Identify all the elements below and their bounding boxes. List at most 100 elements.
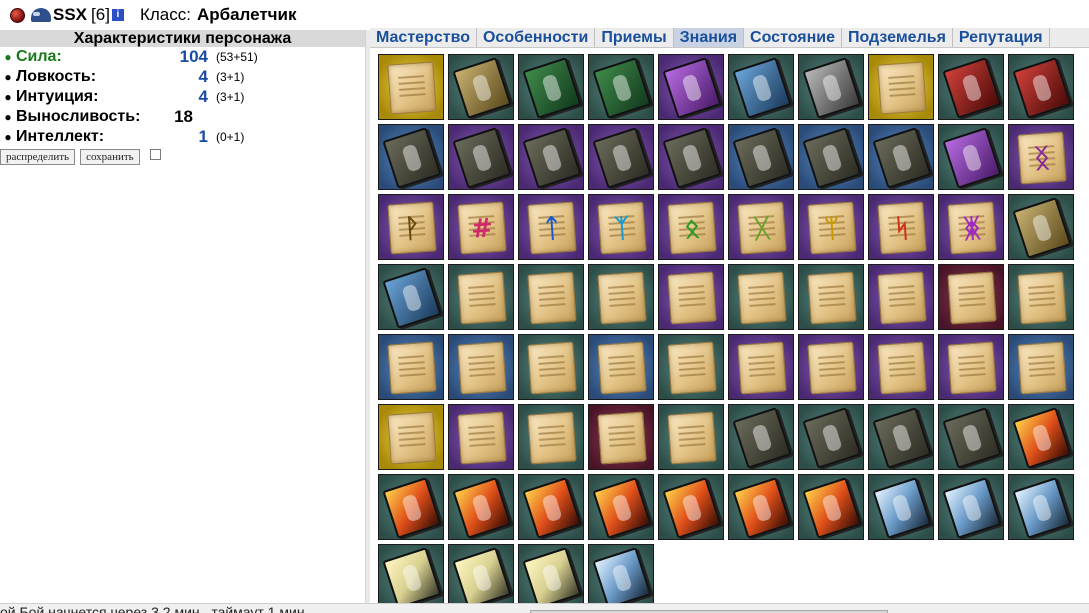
rune-glyph: ᚹ bbox=[403, 213, 421, 245]
spellbook-icon bbox=[872, 127, 932, 189]
knowledge-slot[interactable] bbox=[938, 124, 1004, 190]
knowledge-slot[interactable] bbox=[378, 474, 444, 540]
knowledge-slot[interactable]: ᛋ bbox=[868, 194, 934, 260]
knowledge-slot[interactable] bbox=[378, 54, 444, 120]
knowledge-slot[interactable] bbox=[448, 544, 514, 610]
knowledge-slot[interactable] bbox=[1008, 404, 1074, 470]
option-checkbox[interactable] bbox=[149, 148, 161, 160]
knowledge-slot[interactable]: ᛟ bbox=[658, 194, 724, 260]
knowledge-slot[interactable] bbox=[798, 124, 864, 190]
character-header: SSX [6] i Класс: Арбалетчик bbox=[0, 0, 1089, 30]
knowledge-slot[interactable] bbox=[518, 264, 584, 330]
knowledge-slot[interactable] bbox=[588, 124, 654, 190]
knowledge-slot[interactable] bbox=[448, 474, 514, 540]
knowledge-slot[interactable] bbox=[588, 404, 654, 470]
character-level: [6] bbox=[91, 5, 110, 24]
knowledge-slot[interactable]: ᛤ bbox=[938, 194, 1004, 260]
knowledge-slot[interactable] bbox=[448, 404, 514, 470]
save-button[interactable]: сохранить bbox=[80, 149, 140, 165]
knowledge-slot[interactable] bbox=[728, 334, 794, 400]
knowledge-slot[interactable] bbox=[938, 404, 1004, 470]
distribute-button[interactable]: распределить bbox=[0, 149, 76, 165]
spellbook-icon bbox=[452, 547, 512, 609]
tab-6[interactable]: Подземелья bbox=[842, 28, 953, 47]
knowledge-slot[interactable] bbox=[518, 404, 584, 470]
knowledge-slot[interactable] bbox=[518, 54, 584, 120]
knowledge-slot[interactable] bbox=[868, 124, 934, 190]
knowledge-slot[interactable] bbox=[448, 334, 514, 400]
knowledge-slot[interactable] bbox=[448, 54, 514, 120]
knowledge-slot[interactable] bbox=[798, 264, 864, 330]
knowledge-slot[interactable] bbox=[378, 334, 444, 400]
tab-2[interactable]: Особенности bbox=[477, 28, 596, 47]
knowledge-slot[interactable] bbox=[798, 474, 864, 540]
knowledge-slot[interactable] bbox=[658, 124, 724, 190]
knowledge-slot[interactable] bbox=[1008, 334, 1074, 400]
knowledge-slot[interactable] bbox=[938, 264, 1004, 330]
knowledge-slot[interactable] bbox=[518, 544, 584, 610]
knowledge-slot[interactable] bbox=[728, 124, 794, 190]
knowledge-slot[interactable] bbox=[868, 404, 934, 470]
knowledge-slot[interactable] bbox=[1008, 54, 1074, 120]
rune-glyph: ᛤ bbox=[963, 213, 981, 245]
knowledge-slot[interactable] bbox=[448, 264, 514, 330]
knowledge-slot[interactable] bbox=[868, 264, 934, 330]
knowledge-slot[interactable]: ᚹ bbox=[378, 194, 444, 260]
knowledge-slot[interactable] bbox=[938, 474, 1004, 540]
scroll-icon bbox=[807, 271, 857, 325]
knowledge-slot[interactable] bbox=[378, 404, 444, 470]
knowledge-slot[interactable] bbox=[1008, 194, 1074, 260]
knowledge-slot[interactable] bbox=[798, 334, 864, 400]
spellbook-icon bbox=[522, 547, 582, 609]
knowledge-slot[interactable] bbox=[658, 474, 724, 540]
knowledge-slot[interactable] bbox=[728, 404, 794, 470]
knowledge-slot[interactable] bbox=[658, 334, 724, 400]
knowledge-slot[interactable] bbox=[658, 404, 724, 470]
knowledge-slot[interactable]: ᚷ bbox=[728, 194, 794, 260]
tab-5[interactable]: Состояние bbox=[744, 28, 842, 47]
knowledge-slot[interactable] bbox=[1008, 474, 1074, 540]
tab-7[interactable]: Репутация bbox=[953, 28, 1050, 47]
knowledge-slot[interactable] bbox=[588, 474, 654, 540]
knowledge-slot[interactable] bbox=[378, 264, 444, 330]
scroll-icon bbox=[1017, 341, 1067, 395]
knowledge-slot[interactable]: ᛝ bbox=[1008, 124, 1074, 190]
knowledge-slot[interactable] bbox=[1008, 264, 1074, 330]
stat-label: Сила: bbox=[16, 48, 62, 65]
knowledge-slot[interactable] bbox=[588, 544, 654, 610]
knowledge-slot[interactable] bbox=[658, 54, 724, 120]
knowledge-slot[interactable] bbox=[588, 264, 654, 330]
knowledge-slot[interactable] bbox=[588, 334, 654, 400]
knowledge-slot[interactable]: # bbox=[448, 194, 514, 260]
knowledge-slot[interactable] bbox=[378, 124, 444, 190]
knowledge-slot[interactable] bbox=[378, 544, 444, 610]
knowledge-slot[interactable] bbox=[728, 474, 794, 540]
knowledge-slot[interactable] bbox=[938, 334, 1004, 400]
tab-1[interactable]: Мастерство bbox=[370, 28, 477, 47]
tab-4[interactable]: Знания bbox=[673, 28, 745, 47]
rune-glyph: ᛟ bbox=[683, 213, 701, 245]
knowledge-slot[interactable] bbox=[448, 124, 514, 190]
knowledge-slot[interactable] bbox=[658, 264, 724, 330]
knowledge-slot[interactable] bbox=[518, 334, 584, 400]
knowledge-slot[interactable] bbox=[518, 474, 584, 540]
scroll-icon bbox=[597, 341, 647, 395]
knowledge-slot[interactable] bbox=[518, 124, 584, 190]
knowledge-slot[interactable] bbox=[868, 54, 934, 120]
knowledge-slot[interactable]: ᛘ bbox=[798, 194, 864, 260]
knowledge-slot[interactable] bbox=[868, 334, 934, 400]
tab-3[interactable]: Приемы bbox=[595, 28, 674, 47]
knowledge-slot[interactable] bbox=[588, 54, 654, 120]
knowledge-slot[interactable]: ᛏ bbox=[518, 194, 584, 260]
scroll-icon bbox=[877, 271, 927, 325]
scroll-icon bbox=[457, 411, 507, 465]
knowledge-slot[interactable]: ᛉ bbox=[588, 194, 654, 260]
info-icon[interactable]: i bbox=[111, 9, 124, 21]
knowledge-slot[interactable] bbox=[938, 54, 1004, 120]
knowledge-slot[interactable] bbox=[868, 474, 934, 540]
character-nick[interactable]: SSX bbox=[53, 5, 87, 25]
knowledge-slot[interactable] bbox=[798, 404, 864, 470]
knowledge-slot[interactable] bbox=[728, 54, 794, 120]
knowledge-slot[interactable] bbox=[728, 264, 794, 330]
knowledge-slot[interactable] bbox=[798, 54, 864, 120]
